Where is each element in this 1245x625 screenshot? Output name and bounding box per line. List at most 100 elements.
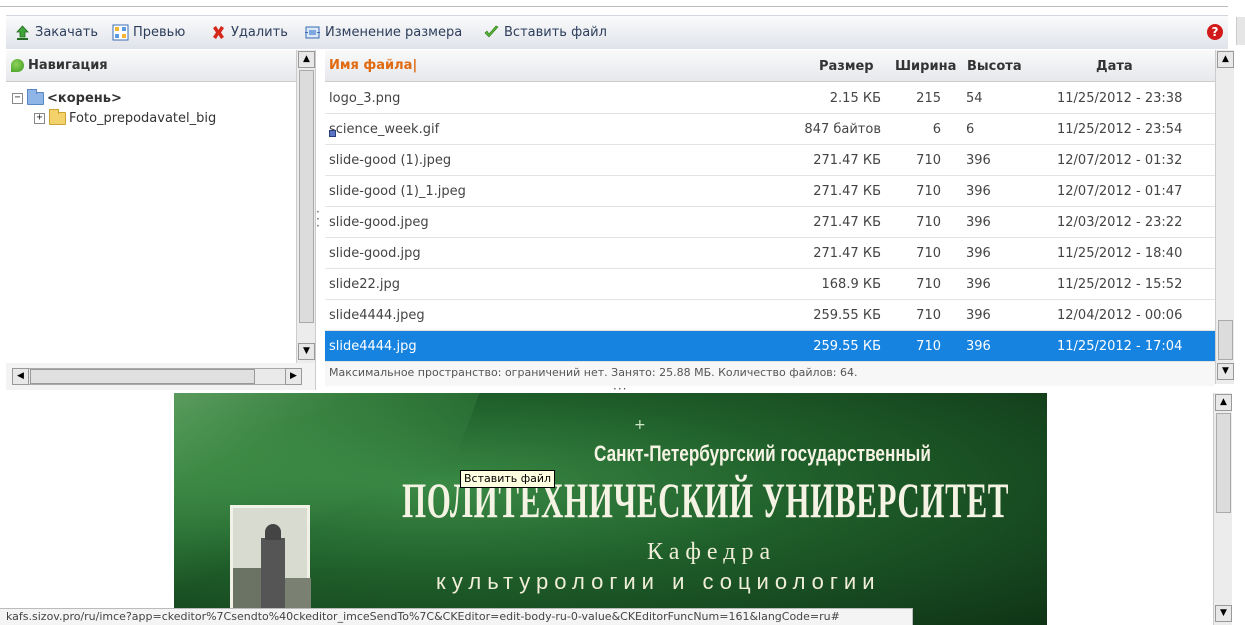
column-header-height[interactable]: Высота <box>967 50 1022 82</box>
file-row[interactable]: science_week.gif 847 байтов 6 6 11/25/2012 -… <box>325 114 1215 145</box>
file-date: 11/25/2012 - 18:40 <box>1057 246 1183 261</box>
tooltip: Вставить файл <box>460 470 556 488</box>
vertical-splitter-handle[interactable]: · · · <box>316 206 320 232</box>
column-header-size[interactable]: Размер <box>819 50 874 82</box>
file-width: 710 <box>916 153 941 168</box>
file-size: 847 байтов <box>804 122 881 137</box>
help-icon[interactable]: ? <box>1207 24 1223 40</box>
scrollbar-thumb[interactable] <box>1218 320 1233 360</box>
file-name-text: slide4444.jpeg <box>329 308 425 323</box>
file-width: 710 <box>916 308 941 323</box>
navigation-horizontal-scrollbar[interactable]: ◀ ▶ <box>6 363 315 390</box>
file-row[interactable]: slide4444.jpg 259.55 КБ 710 396 11/25/2012 -… <box>325 331 1215 362</box>
file-size: 271.47 КБ <box>813 184 881 199</box>
file-size: 168.9 КБ <box>821 277 882 292</box>
file-date: 11/25/2012 - 17:04 <box>1057 339 1183 354</box>
scroll-left-arrow-icon[interactable]: ◀ <box>12 368 29 385</box>
file-size: 2.15 КБ <box>829 91 881 106</box>
upload-label: Закачать <box>35 24 99 40</box>
delete-button[interactable]: Удалить <box>210 22 288 42</box>
file-name-text: slide-good.jpg <box>329 246 421 261</box>
navigation-vertical-scrollbar[interactable]: ▲ ▼ <box>296 50 315 363</box>
file-list-vertical-scrollbar[interactable]: ▲ ▼ <box>1215 50 1234 384</box>
file-name-text: slide-good.jpeg <box>329 215 429 230</box>
file-name-text: logo_3.png <box>329 91 401 106</box>
file-date: 11/25/2012 - 23:38 <box>1057 91 1183 106</box>
file-name: slide22.jpg <box>329 277 400 292</box>
scroll-down-arrow-icon[interactable]: ▼ <box>298 343 315 360</box>
scroll-up-arrow-icon[interactable]: ▲ <box>298 51 315 68</box>
file-row[interactable]: slide-good (1)_1.jpeg 271.47 КБ 710 396 12/0… <box>325 176 1215 207</box>
file-width: 710 <box>916 246 941 261</box>
scroll-up-arrow-icon[interactable]: ▲ <box>1217 51 1234 68</box>
delete-x-icon <box>210 24 227 41</box>
file-row[interactable]: slide-good.jpeg 271.47 КБ 710 396 12/03/2012… <box>325 207 1215 238</box>
toolbar-bar <box>6 15 1228 49</box>
scroll-down-arrow-icon[interactable]: ▼ <box>1215 605 1232 622</box>
file-name: slide-good (1).jpeg <box>329 153 451 168</box>
file-height: 54 <box>966 91 983 106</box>
file-row[interactable]: slide-good (1).jpeg 271.47 КБ 710 396 12/07/… <box>325 145 1215 176</box>
scroll-down-arrow-icon[interactable]: ▼ <box>1217 363 1234 380</box>
file-date: 12/07/2012 - 01:32 <box>1057 153 1183 168</box>
scroll-up-arrow-icon[interactable]: ▲ <box>1215 394 1232 411</box>
file-size: 271.47 КБ <box>813 153 881 168</box>
file-height: 396 <box>966 339 991 354</box>
scrollbar-thumb[interactable] <box>299 70 314 323</box>
collapse-icon[interactable]: − <box>12 92 23 104</box>
file-size: 259.55 КБ <box>813 308 881 323</box>
folder-icon <box>49 108 66 125</box>
file-row[interactable]: slide22.jpg 168.9 КБ 710 396 11/25/2012 - 15… <box>325 269 1215 300</box>
preview-button[interactable]: Превью <box>112 22 185 42</box>
resize-button[interactable]: Изменение размера <box>304 22 462 42</box>
leaf-icon <box>11 59 24 72</box>
file-date: 12/07/2012 - 01:47 <box>1057 184 1183 199</box>
file-row[interactable]: slide-good.jpg 271.47 КБ 710 396 11/25/2012 … <box>325 238 1215 269</box>
tree-item-label: <корень> <box>47 90 122 106</box>
file-height: 396 <box>966 184 991 199</box>
upload-icon <box>14 24 31 41</box>
browser-status-url: kafs.sizov.pro/ru/imce?app=ckeditor%7Cse… <box>0 608 913 625</box>
banner-line-4: культурологии и социологии <box>436 569 881 594</box>
resize-icon <box>304 24 321 41</box>
file-size: 271.47 КБ <box>813 246 881 261</box>
scrollbar-thumb[interactable] <box>30 369 255 384</box>
window-scrollbar[interactable] <box>1236 17 1245 45</box>
file-width: 710 <box>916 184 941 199</box>
column-header-width[interactable]: Ширина <box>895 50 956 82</box>
sparkle-icon: + <box>634 417 646 433</box>
tree-item-label: Foto_prepodavatel_big <box>69 110 217 126</box>
scrollbar-thumb[interactable] <box>1216 413 1231 513</box>
resize-label: Изменение размера <box>325 24 463 40</box>
file-name: slide4444.jpg <box>329 339 417 354</box>
tree-item-foto-prepodavatel[interactable]: + Foto_prepodavatel_big <box>34 108 217 127</box>
column-header-date[interactable]: Дата <box>1096 50 1133 82</box>
file-name: slide4444.jpeg <box>329 308 425 323</box>
expand-icon[interactable]: + <box>34 112 45 124</box>
file-name: science_week.gif <box>329 122 439 137</box>
column-header-name[interactable]: Имя файла | <box>325 50 1215 82</box>
banner-line-1: Санкт-Петербургский государственный <box>594 441 931 466</box>
file-height: 396 <box>966 277 991 292</box>
checkmark-icon <box>483 24 500 41</box>
file-height: 396 <box>966 308 991 323</box>
storage-status: Максимальное пространство: ограничений н… <box>325 362 1215 386</box>
file-date: 11/25/2012 - 23:54 <box>1057 122 1183 137</box>
file-row[interactable]: logo_3.png 2.15 КБ 215 54 11/25/2012 - 23:38 <box>325 83 1215 114</box>
file-row[interactable]: slide4444.jpeg 259.55 КБ 710 396 12/04/2012 … <box>325 300 1215 331</box>
scroll-right-arrow-icon[interactable]: ▶ <box>285 368 302 385</box>
file-width: 710 <box>916 215 941 230</box>
insert-file-button[interactable]: Вставить файл <box>483 22 607 42</box>
file-height: 396 <box>966 215 991 230</box>
file-name-text: slide-good (1)_1.jpeg <box>329 184 466 199</box>
upload-button[interactable]: Закачать <box>14 22 98 42</box>
file-list: Имя файла | Размер Ширина Высота Дата log… <box>321 50 1245 390</box>
folder-open-icon <box>27 88 44 105</box>
file-width: 710 <box>916 339 941 354</box>
tree-item-root[interactable]: − <корень> <box>12 88 122 107</box>
file-name: logo_3.png <box>329 91 400 106</box>
banner-line-3: Кафедра <box>647 539 777 565</box>
preview-image: + Санкт-Петербургский государственный ПО… <box>174 393 1047 625</box>
preview-vertical-scrollbar[interactable]: ▲ ▼ <box>1213 393 1232 625</box>
navigation-title: Навигация <box>28 58 108 73</box>
